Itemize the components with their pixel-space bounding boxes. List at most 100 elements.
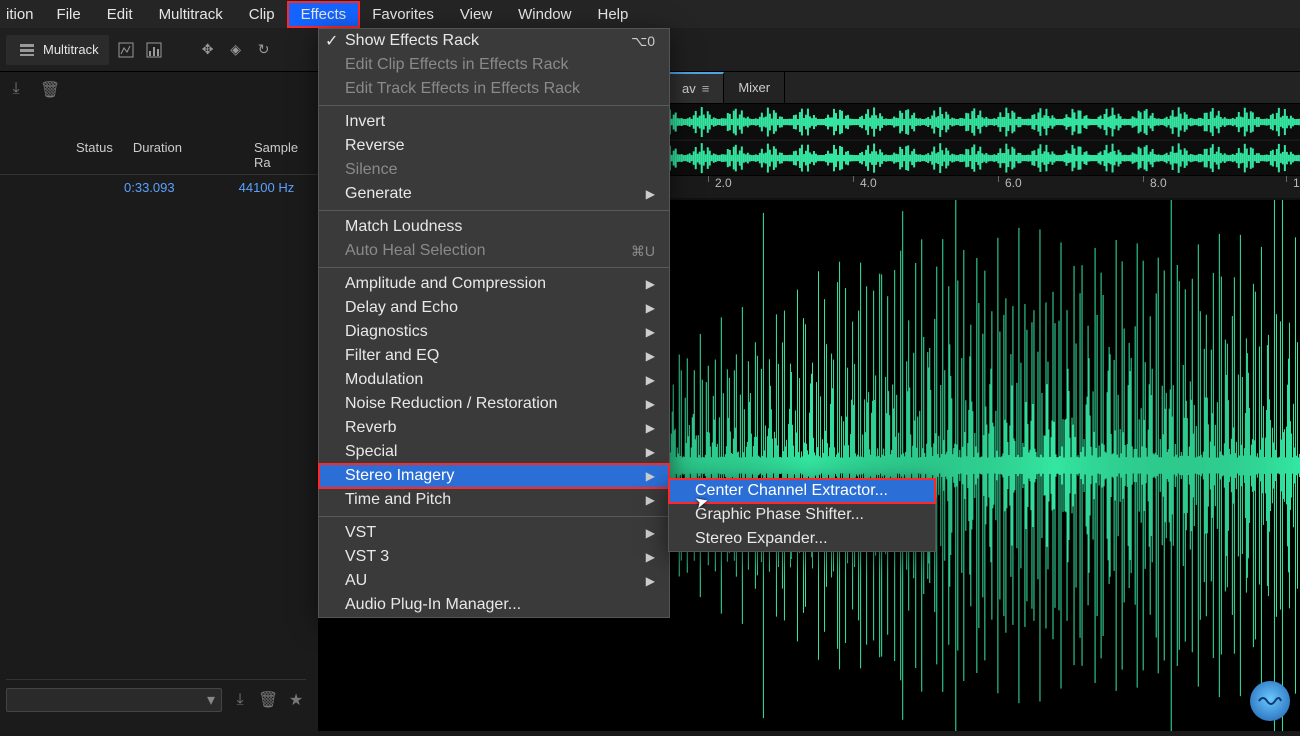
tick: 10.0 — [1286, 176, 1300, 182]
tab-mixer-label: Mixer — [738, 80, 770, 95]
spectral-view-icon[interactable] — [143, 39, 165, 61]
import-icon[interactable]: ⤓ — [6, 80, 26, 100]
menu-item-label: Noise Reduction / Restoration — [345, 395, 646, 413]
tick: 2.0 — [708, 176, 732, 182]
menu-item-label: VST — [345, 524, 646, 542]
stereo-imagery-submenu: Center Channel Extractor... Graphic Phase… — [668, 478, 936, 552]
menu-effects[interactable]: Effects — [288, 2, 360, 27]
menu-item-audio-plug-in-manager[interactable]: Audio Plug-In Manager... — [319, 593, 669, 617]
move-tool-icon[interactable]: ✥ — [197, 39, 219, 61]
column-duration[interactable]: Duration — [133, 140, 182, 170]
menu-item-time-and-pitch[interactable]: Time and Pitch▶ — [319, 488, 669, 512]
menu-file[interactable]: File — [44, 2, 94, 27]
menu-item-label: VST 3 — [345, 548, 646, 566]
menu-item-reverse[interactable]: Reverse — [319, 134, 669, 158]
submenu-arrow-icon: ▶ — [646, 301, 655, 315]
mode-multitrack-tab[interactable]: Multitrack — [6, 35, 109, 65]
menu-shortcut: ⌥0 — [631, 33, 655, 50]
waveform-view-icon[interactable] — [115, 39, 137, 61]
menu-item-noise-reduction-restoration[interactable]: Noise Reduction / Restoration▶ — [319, 392, 669, 416]
delete-icon[interactable]: 🗑 — [258, 690, 278, 710]
menu-item-label: Edit Clip Effects in Effects Rack — [345, 56, 655, 74]
menu-item-reverb[interactable]: Reverb▶ — [319, 416, 669, 440]
submenu-arrow-icon: ▶ — [646, 349, 655, 363]
menu-clip[interactable]: Clip — [236, 2, 288, 27]
submenu-item-center-channel-extractor[interactable]: Center Channel Extractor... — [669, 479, 935, 503]
menu-item-vst[interactable]: VST▶ — [319, 521, 669, 545]
submenu-arrow-icon: ▶ — [646, 493, 655, 507]
menu-item-special[interactable]: Special▶ — [319, 440, 669, 464]
menu-item-label: Audio Plug-In Manager... — [345, 596, 655, 614]
submenu-item-stereo-expander[interactable]: Stereo Expander... — [669, 527, 935, 551]
submenu-arrow-icon: ▶ — [646, 550, 655, 564]
tab-menu-icon[interactable]: ≡ — [702, 81, 710, 96]
tab-file-label: av — [682, 81, 696, 96]
checkmark-icon: ✓ — [325, 31, 338, 51]
tick: 4.0 — [853, 176, 877, 182]
menu-item-label: Filter and EQ — [345, 347, 646, 365]
submenu-item-label: Graphic Phase Shifter... — [695, 506, 921, 524]
menu-item-delay-and-echo[interactable]: Delay and Echo▶ — [319, 296, 669, 320]
submenu-item-label: Center Channel Extractor... — [695, 482, 921, 500]
menu-item-modulation[interactable]: Modulation▶ — [319, 368, 669, 392]
menu-multitrack[interactable]: Multitrack — [146, 2, 236, 27]
menu-view[interactable]: View — [447, 2, 505, 27]
razor-tool-icon[interactable]: ◈ — [225, 39, 247, 61]
column-status[interactable]: Status — [76, 140, 113, 170]
menu-item-label: Amplitude and Compression — [345, 275, 646, 293]
menu-item-diagnostics[interactable]: Diagnostics▶ — [319, 320, 669, 344]
menu-item-show-effects-rack[interactable]: ✓Show Effects Rack⌥0 — [319, 29, 669, 53]
favorite-icon[interactable]: ★ — [286, 690, 306, 710]
multitrack-label: Multitrack — [43, 42, 99, 57]
menu-separator — [319, 267, 669, 268]
download-icon[interactable]: ⤓ — [230, 691, 250, 709]
filter-dropdown[interactable]: ▾ — [6, 688, 222, 712]
submenu-item-label: Stereo Expander... — [695, 530, 921, 548]
submenu-arrow-icon: ▶ — [646, 469, 655, 483]
menu-item-label: Stereo Imagery — [345, 467, 646, 485]
trash-icon[interactable]: 🗑 — [40, 80, 60, 100]
menu-shortcut: ⌘U — [631, 243, 655, 260]
menu-item-label: Silence — [345, 161, 655, 179]
menu-item-match-loudness[interactable]: Match Loudness — [319, 215, 669, 239]
column-sample-rate[interactable]: Sample Ra — [254, 140, 312, 170]
menu-item-label: Reverb — [345, 419, 646, 437]
menu-item-label: Auto Heal Selection — [345, 242, 631, 260]
file-duration: 0:33.093 — [124, 180, 175, 195]
menu-item-filter-and-eq[interactable]: Filter and EQ▶ — [319, 344, 669, 368]
menu-separator — [319, 210, 669, 211]
submenu-arrow-icon: ▶ — [646, 277, 655, 291]
menu-item-label: Diagnostics — [345, 323, 646, 341]
menu-item-label: Edit Track Effects in Effects Rack — [345, 80, 655, 98]
file-sample-rate: 44100 Hz — [239, 180, 295, 195]
multitrack-icon — [16, 39, 38, 61]
tick: 6.0 — [998, 176, 1022, 182]
file-list-header: Status Duration Sample Ra — [0, 108, 318, 175]
menu-item-label: Time and Pitch — [345, 491, 646, 509]
mixer-tab[interactable]: Mixer — [724, 72, 785, 103]
menu-item-generate[interactable]: Generate▶ — [319, 182, 669, 206]
menu-item-amplitude-and-compression[interactable]: Amplitude and Compression▶ — [319, 272, 669, 296]
file-row[interactable]: 0:33.093 44100 Hz — [0, 175, 318, 200]
menu-help[interactable]: Help — [584, 2, 641, 27]
menu-item-label: Modulation — [345, 371, 646, 389]
effects-menu: ✓Show Effects Rack⌥0 Edit Clip Effects in… — [318, 28, 670, 618]
file-tab[interactable]: av ≡ — [668, 72, 724, 103]
menu-item-vst-3[interactable]: VST 3▶ — [319, 545, 669, 569]
submenu-arrow-icon: ▶ — [646, 373, 655, 387]
slip-tool-icon[interactable]: ↻ — [253, 39, 275, 61]
menu-edit[interactable]: Edit — [94, 2, 146, 27]
app-title: ition — [0, 2, 44, 27]
menu-item-invert[interactable]: Invert — [319, 110, 669, 134]
submenu-arrow-icon: ▶ — [646, 445, 655, 459]
menu-item-au[interactable]: AU▶ — [319, 569, 669, 593]
menu-item-stereo-imagery[interactable]: Stereo Imagery▶ — [319, 464, 669, 488]
menu-window[interactable]: Window — [505, 2, 584, 27]
menu-item-label: Reverse — [345, 137, 655, 155]
menu-item-auto-heal-selection: Auto Heal Selection⌘U — [319, 239, 669, 263]
menu-favorites[interactable]: Favorites — [359, 2, 447, 27]
menu-separator — [319, 105, 669, 106]
menu-item-label: Invert — [345, 113, 655, 131]
files-panel: ⤓ 🗑 Status Duration Sample Ra 0:33.093 4… — [0, 72, 318, 732]
submenu-arrow-icon: ▶ — [646, 187, 655, 201]
